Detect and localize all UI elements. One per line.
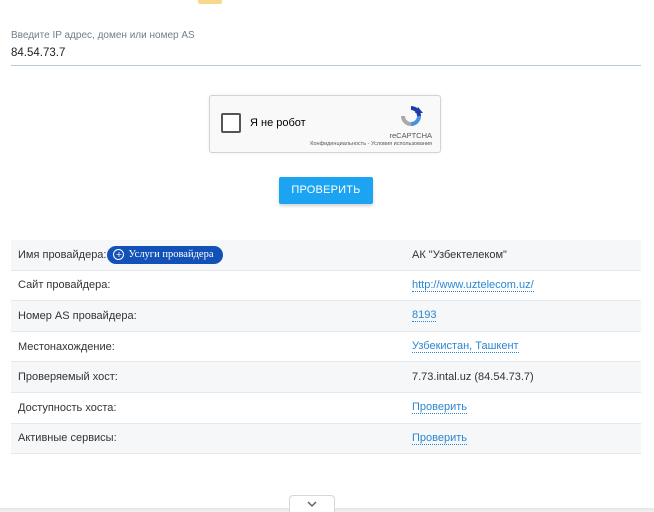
- provider-site-link[interactable]: http://www.uztelecom.uz/: [412, 279, 534, 292]
- table-row: Имя провайдера: + Услуги провайдера АК "…: [11, 240, 641, 271]
- check-button[interactable]: ПРОВЕРИТЬ: [279, 177, 373, 204]
- chevron-down-icon: [307, 501, 317, 507]
- plus-circle-icon: +: [113, 249, 125, 261]
- provider-services-label: Услуги провайдера: [128, 249, 214, 261]
- row-label: Проверяемый хост:: [18, 371, 118, 384]
- lookup-underline: [11, 65, 641, 66]
- row-value: АК "Узбектелеком": [412, 248, 507, 261]
- row-label: Номер AS провайдера:: [18, 309, 137, 322]
- expand-tab-button[interactable]: [289, 495, 335, 512]
- recaptcha-brand: reCAPTCHA: [389, 131, 432, 140]
- table-row: Доступность хоста: Проверить: [11, 393, 641, 424]
- table-row: Номер AS провайдера: 8193: [11, 301, 641, 332]
- row-value: 7.73.intal.uz (84.54.73.7): [412, 371, 534, 384]
- recaptcha-checkbox[interactable]: [221, 113, 241, 133]
- row-label: Имя провайдера:: [18, 248, 107, 261]
- table-row: Сайт провайдера: http://www.uztelecom.uz…: [11, 271, 641, 302]
- location-link[interactable]: Узбекистан, Ташкент: [412, 340, 519, 354]
- as-number-link[interactable]: 8193: [412, 309, 437, 323]
- recaptcha-logo-icon: [401, 106, 423, 126]
- lookup-label: Введите IP адрес, домен или номер AS: [11, 30, 195, 41]
- recaptcha-widget: Я не робот reCAPTCHA Конфиденциальность …: [209, 95, 441, 153]
- recaptcha-privacy-terms[interactable]: Конфиденциальность - Условия использован…: [310, 141, 432, 147]
- row-label: Активные сервисы:: [18, 432, 117, 445]
- table-row: Проверяемый хост: 7.73.intal.uz (84.54.7…: [11, 362, 641, 393]
- header-logo-fragment: [198, 0, 222, 4]
- lookup-input[interactable]: 84.54.73.7: [11, 46, 641, 60]
- row-label: Доступность хоста:: [18, 401, 117, 414]
- host-availability-check-link[interactable]: Проверить: [412, 401, 468, 415]
- header-cut-off: [0, 0, 654, 6]
- table-row: Активные сервисы: Проверить: [11, 423, 641, 455]
- lookup-field[interactable]: Введите IP адрес, домен или номер AS 84.…: [11, 30, 641, 66]
- active-services-check-link[interactable]: Проверить: [412, 432, 468, 445]
- provider-info-table: Имя провайдера: + Услуги провайдера АК "…: [11, 240, 641, 455]
- provider-services-button[interactable]: + Услуги провайдера: [107, 245, 223, 264]
- row-label: Сайт провайдера:: [18, 279, 111, 292]
- row-label: Местонахождение:: [18, 340, 115, 353]
- table-row: Местонахождение: Узбекистан, Ташкент: [11, 332, 641, 363]
- recaptcha-label: Я не робот: [250, 117, 306, 129]
